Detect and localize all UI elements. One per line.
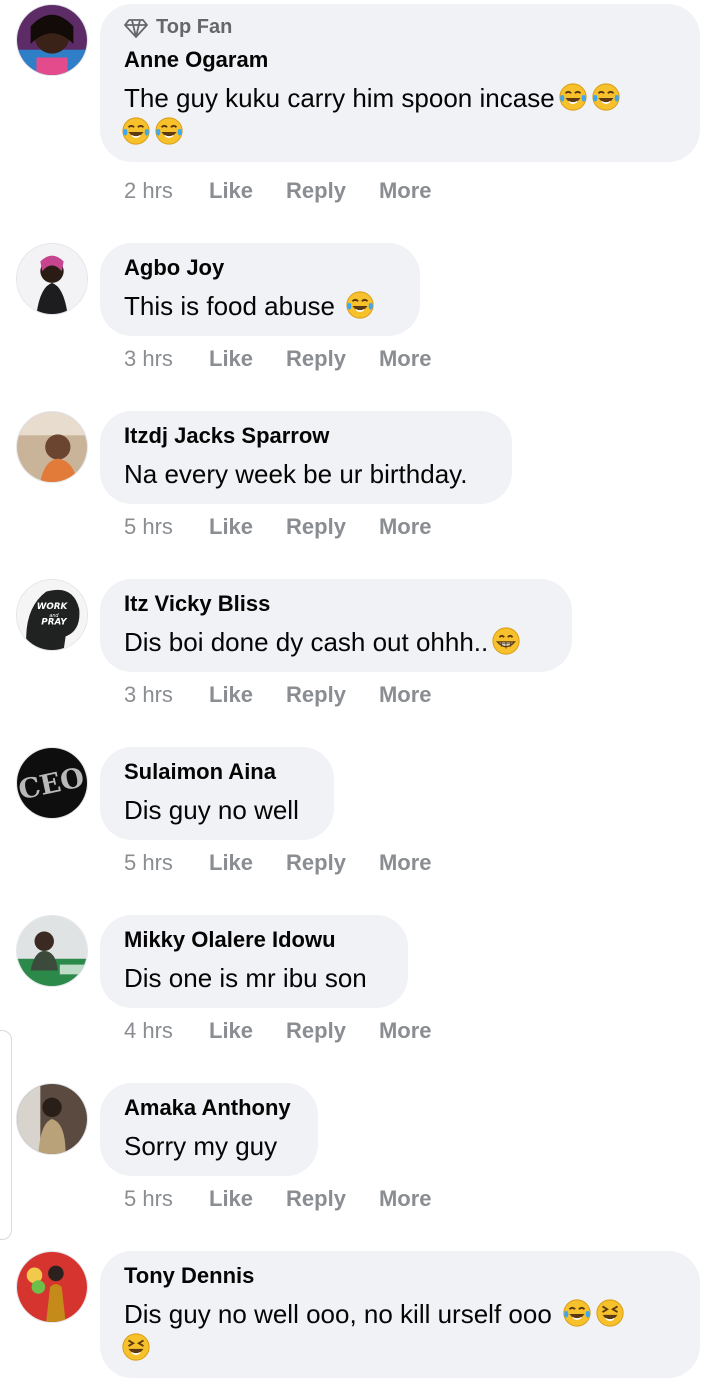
- reply-button[interactable]: Reply: [286, 1018, 346, 1044]
- more-button[interactable]: More: [379, 1018, 432, 1044]
- more-button[interactable]: More: [379, 346, 432, 372]
- comment-text: Na every week be ur birthday.: [124, 459, 468, 489]
- avatar[interactable]: [16, 1251, 88, 1323]
- avatar-text: PRAY: [41, 618, 68, 628]
- comment-actions: 5 hrs Like Reply More: [124, 850, 465, 876]
- laughing-tears-emoji: [558, 82, 588, 112]
- avatar[interactable]: [16, 915, 88, 987]
- avatar-text: WORK: [37, 602, 69, 612]
- comment-timestamp[interactable]: 2 hrs: [124, 178, 176, 204]
- comment-bubble: Tony Dennis Dis guy no well ooo, no kill…: [100, 1251, 700, 1378]
- like-button[interactable]: Like: [209, 514, 253, 540]
- comment-text: Dis guy no well ooo, no kill urself ooo: [121, 1297, 676, 1365]
- more-button[interactable]: More: [379, 1186, 432, 1212]
- laughing-tears-emoji: [121, 116, 151, 146]
- squinting-laugh-emoji: [121, 1332, 151, 1362]
- comment-actions: 2 hrs Like Reply More: [124, 178, 465, 204]
- laughing-tears-emoji: [154, 116, 184, 146]
- comment-actions: 3 hrs Like Reply More: [124, 682, 465, 708]
- more-button[interactable]: More: [379, 514, 432, 540]
- comment-text: This is food abuse: [124, 289, 396, 323]
- comment-author[interactable]: Itzdj Jacks Sparrow: [124, 423, 488, 449]
- diamond-icon: [124, 18, 148, 38]
- laughing-tears-emoji: [591, 82, 621, 112]
- squinting-laugh-emoji: [595, 1298, 625, 1328]
- comment-actions: 5 hrs Like Reply More: [124, 1186, 465, 1212]
- comment-timestamp[interactable]: 3 hrs: [124, 682, 176, 708]
- comment-text: Dis one is mr ibu son: [124, 963, 367, 993]
- comment-bubble: Amaka Anthony Sorry my guy: [100, 1083, 318, 1176]
- reply-button[interactable]: Reply: [286, 1186, 346, 1212]
- like-button[interactable]: Like: [209, 346, 253, 372]
- comment-author[interactable]: Mikky Olalere Idowu: [124, 927, 384, 953]
- laughing-tears-emoji: [562, 1298, 592, 1328]
- avatar[interactable]: CEO: [16, 747, 88, 819]
- comment-author[interactable]: Agbo Joy: [124, 255, 396, 281]
- comment-actions: 5 hrs Like Reply More: [124, 514, 465, 540]
- avatar[interactable]: [16, 243, 88, 315]
- comment-timestamp[interactable]: 5 hrs: [124, 514, 176, 540]
- comment-bubble: Mikky Olalere Idowu Dis one is mr ibu so…: [100, 915, 408, 1008]
- like-button[interactable]: Like: [209, 850, 253, 876]
- comment-bubble: Sulaimon Aina Dis guy no well: [100, 747, 334, 840]
- comment-timestamp[interactable]: 3 hrs: [124, 346, 176, 372]
- laughing-tears-emoji: [345, 290, 375, 320]
- comment-bubble: Agbo Joy This is food abuse: [100, 243, 420, 336]
- comment-author[interactable]: Sulaimon Aina: [124, 759, 310, 785]
- comment-timestamp[interactable]: 4 hrs: [124, 1018, 176, 1044]
- scroll-handle[interactable]: [0, 1030, 12, 1240]
- comment-actions: 3 hrs Like Reply More: [124, 346, 465, 372]
- top-fan-badge: Top Fan: [124, 16, 676, 39]
- avatar[interactable]: [16, 1083, 88, 1155]
- comment-bubble: Itz Vicky Bliss Dis boi done dy cash out…: [100, 579, 572, 672]
- like-button[interactable]: Like: [209, 178, 253, 204]
- avatar[interactable]: [16, 411, 88, 483]
- comment-author[interactable]: Tony Dennis: [124, 1263, 676, 1289]
- reply-button[interactable]: Reply: [286, 514, 346, 540]
- comment-author[interactable]: Anne Ogaram: [124, 47, 676, 73]
- comment-bubble: Itzdj Jacks Sparrow Na every week be ur …: [100, 411, 512, 504]
- like-button[interactable]: Like: [209, 1186, 253, 1212]
- comment-author[interactable]: Itz Vicky Bliss: [124, 591, 548, 617]
- comment-text: Dis guy no well: [124, 795, 299, 825]
- avatar[interactable]: WORK and PRAY: [16, 579, 88, 651]
- reply-button[interactable]: Reply: [286, 682, 346, 708]
- comment-timestamp[interactable]: 5 hrs: [124, 850, 176, 876]
- more-button[interactable]: More: [379, 850, 432, 876]
- reply-button[interactable]: Reply: [286, 178, 346, 204]
- reply-button[interactable]: Reply: [286, 346, 346, 372]
- comment-bubble: Top Fan Anne Ogaram The guy kuku carry h…: [100, 4, 700, 162]
- comment-author[interactable]: Amaka Anthony: [124, 1095, 294, 1121]
- comment-timestamp[interactable]: 5 hrs: [124, 1186, 176, 1212]
- comment-text: The guy kuku carry him spoon incase: [121, 81, 676, 149]
- comment-text: Dis boi done dy cash out ohhh..: [124, 625, 548, 659]
- comment-actions: 4 hrs Like Reply More: [124, 1018, 465, 1044]
- comment-text: Sorry my guy: [124, 1131, 278, 1161]
- reply-button[interactable]: Reply: [286, 850, 346, 876]
- more-button[interactable]: More: [379, 178, 432, 204]
- avatar[interactable]: [16, 4, 88, 76]
- like-button[interactable]: Like: [209, 1018, 253, 1044]
- like-button[interactable]: Like: [209, 682, 253, 708]
- more-button[interactable]: More: [379, 682, 432, 708]
- grinning-emoji: [491, 626, 521, 656]
